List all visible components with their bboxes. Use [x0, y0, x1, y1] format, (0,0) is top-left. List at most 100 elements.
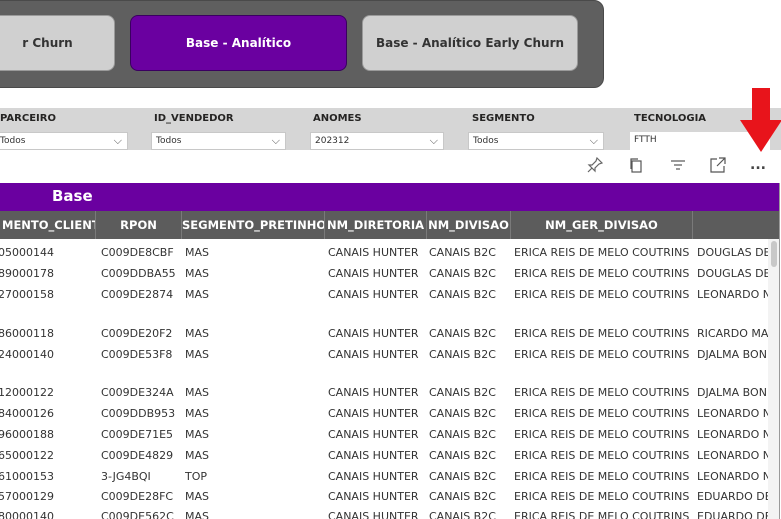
table-cell: LEONARDO N: [697, 288, 768, 301]
scroll-thumb[interactable]: [771, 241, 777, 267]
table-cell: MAS: [185, 428, 209, 441]
table-row[interactable]: 86000118 C009DE20F2 MAS CANAIS HUNTER CANAIS…: [0, 323, 768, 343]
table-cell: ERICA REIS DE MELO COUTRINS: [514, 327, 690, 340]
filter-parceiro-dropdown[interactable]: Todos ⌵: [0, 132, 128, 150]
table-cell: CANAIS HUNTER: [328, 267, 419, 280]
nav-button-base-analitico[interactable]: Base - Analítico: [130, 15, 347, 71]
table-body: 05000144 C009DE8CBF MAS CANAIS HUNTER CANAIS…: [0, 240, 768, 519]
table-cell: CANAIS HUNTER: [328, 490, 419, 503]
table-cell: ERICA REIS DE MELO COUTRINS: [514, 288, 690, 301]
column-header[interactable]: MENTO_CLIENTE: [0, 211, 96, 239]
column-header[interactable]: NM_GER_DIVISAO: [511, 211, 693, 239]
table-cell: 27000158: [0, 288, 54, 301]
nav-button-label: Base - Analítico Early Churn: [375, 36, 565, 50]
table-cell: LEONARDO N: [697, 428, 768, 441]
table-cell: CANAIS HUNTER: [328, 407, 419, 420]
filter-anomes-dropdown[interactable]: 202312 ⌵: [310, 132, 444, 150]
column-header[interactable]: [693, 211, 779, 239]
table-cell: CANAIS HUNTER: [328, 348, 419, 361]
table-row[interactable]: 96000188 C009DE71E5 MAS CANAIS HUNTER CANAIS…: [0, 424, 768, 444]
column-header[interactable]: SEGMENTO_PRETINHO: [182, 211, 325, 239]
table-cell: CANAIS B2C: [429, 327, 496, 340]
table-cell: TOP: [185, 470, 208, 483]
table-row[interactable]: 24000140 C009DE53F8 MAS CANAIS HUNTER CANAIS…: [0, 344, 768, 364]
table-cell: C009DE2874: [101, 288, 174, 301]
filter-label: PARCEIRO: [0, 113, 56, 124]
table-cell: LEONARDO N: [697, 407, 768, 420]
table-cell: C009DE324A: [101, 386, 174, 399]
table-cell: ERICA REIS DE MELO COUTRINS: [514, 449, 690, 462]
nav-button-churn[interactable]: r Churn: [0, 15, 115, 71]
table-cell: CANAIS B2C: [429, 428, 496, 441]
table-row[interactable]: 65000122 C009DE4829 MAS CANAIS HUNTER CANAIS…: [0, 445, 768, 465]
table-row[interactable]: 12000122 C009DE324A MAS CANAIS HUNTER CANAIS…: [0, 382, 768, 402]
filter-bar: PARCEIRO Todos ⌵ ID_VENDEDOR Todos ⌵ ANOME…: [0, 108, 781, 150]
chevron-down-icon: ⌵: [429, 134, 438, 147]
table-cell: CANAIS B2C: [429, 246, 496, 259]
table-title-bar: Base: [0, 183, 779, 211]
table-cell: 12000122: [0, 386, 54, 399]
table-cell: CANAIS B2C: [429, 449, 496, 462]
table-cell: DJALMA BON: [697, 386, 767, 399]
table-cell: RICARDO MA: [697, 327, 768, 340]
visual-header: ...: [580, 152, 781, 178]
table-cell: MAS: [185, 449, 209, 462]
table-cell: LEONARDO N: [697, 449, 768, 462]
table-cell: C009DE28FC: [101, 490, 174, 503]
table-cell: MAS: [185, 510, 209, 519]
table-cell: C009DE4829: [101, 449, 174, 462]
filter-icon[interactable]: [667, 154, 689, 176]
table-cell: C009DDB953: [101, 407, 176, 420]
chevron-down-icon: ⌵: [113, 134, 122, 147]
nav-button-label: r Churn: [22, 36, 73, 50]
table-cell: C009DE71E5: [101, 428, 174, 441]
table-cell: MAS: [185, 386, 209, 399]
table-cell: LEONARDO N: [697, 470, 768, 483]
filter-segmento-dropdown[interactable]: Todos ⌵: [468, 132, 604, 150]
table-cell: CANAIS B2C: [429, 510, 496, 519]
table-cell: MAS: [185, 348, 209, 361]
table-cell: 05000144: [0, 246, 54, 259]
table-cell: DOUGLAS DE: [697, 267, 768, 280]
table-row[interactable]: 27000158 C009DE2874 MAS CANAIS HUNTER CANAIS…: [0, 284, 768, 304]
table-cell: ERICA REIS DE MELO COUTRINS: [514, 348, 690, 361]
table-cell: C009DE8CBF: [101, 246, 174, 259]
focus-mode-icon[interactable]: [707, 154, 729, 176]
table-row[interactable]: 84000126 C009DDB953 MAS CANAIS HUNTER CANAIS…: [0, 403, 768, 423]
table-cell: 65000122: [0, 449, 54, 462]
table-cell: EDUARDO DE: [697, 490, 768, 503]
table-row[interactable]: 57000129 C009DE28FC MAS CANAIS HUNTER CANAIS…: [0, 486, 768, 506]
table-row[interactable]: 05000144 C009DE8CBF MAS CANAIS HUNTER CANAIS…: [0, 242, 768, 262]
table-cell: ERICA REIS DE MELO COUTRINS: [514, 246, 690, 259]
table-header: MENTO_CLIENTE RPON SEGMENTO_PRETINHO NM_…: [0, 211, 779, 239]
filter-label: SEGMENTO: [472, 113, 535, 124]
table-cell: ERICA REIS DE MELO COUTRINS: [514, 428, 690, 441]
table-cell: 3-JG4BQI: [101, 470, 151, 483]
copy-icon[interactable]: [625, 154, 647, 176]
column-header[interactable]: RPON: [96, 211, 182, 239]
table-cell: CANAIS B2C: [429, 470, 496, 483]
filter-label: ID_VENDEDOR: [154, 113, 234, 124]
filter-id-vendedor-dropdown[interactable]: Todos ⌵: [151, 132, 286, 150]
table-cell: MAS: [185, 327, 209, 340]
table-cell: ERICA REIS DE MELO COUTRINS: [514, 267, 690, 280]
table-cell: CANAIS HUNTER: [328, 510, 419, 519]
table-cell: CANAIS B2C: [429, 407, 496, 420]
table-cell: CANAIS HUNTER: [328, 386, 419, 399]
table-cell: ERICA REIS DE MELO COUTRINS: [514, 510, 690, 519]
table-row[interactable]: 80000140 C009DE562C MAS CANAIS HUNTER CANAIS…: [0, 506, 768, 519]
table-cell: CANAIS HUNTER: [328, 288, 419, 301]
column-header[interactable]: NM_DIVISAO: [427, 211, 511, 239]
table-cell: C009DE53F8: [101, 348, 173, 361]
table-row[interactable]: 89000178 C009DDBA55 MAS CANAIS HUNTER CANAIS…: [0, 263, 768, 283]
table-cell: 84000126: [0, 407, 54, 420]
table-row[interactable]: 61000153 3-JG4BQI TOP CANAIS HUNTER CANAIS B…: [0, 466, 768, 486]
table-cell: DOUGLAS DE: [697, 246, 768, 259]
table-cell: CANAIS B2C: [429, 386, 496, 399]
column-header[interactable]: NM_DIRETORIA: [325, 211, 427, 239]
pin-icon[interactable]: [584, 154, 606, 176]
nav-button-base-analitico-early-churn[interactable]: Base - Analítico Early Churn: [362, 15, 578, 71]
filter-label: TECNOLOGIA: [634, 113, 707, 124]
table-cell: 61000153: [0, 470, 54, 483]
more-options-icon[interactable]: ...: [747, 154, 769, 176]
